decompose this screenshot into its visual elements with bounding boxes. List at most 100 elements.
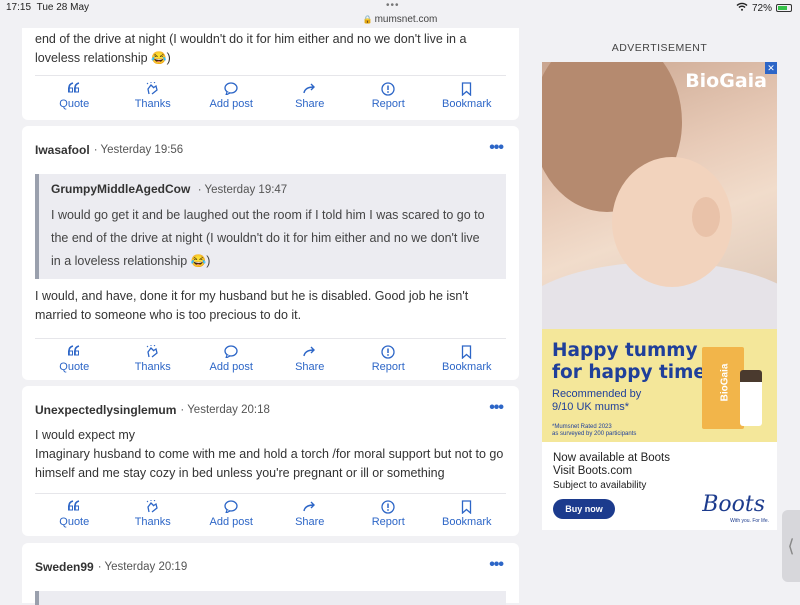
quote-header: GrumpyMiddleAgedCow · Yesterday 19:47 [51, 182, 492, 196]
report-button[interactable]: Report [349, 339, 428, 378]
sidebar: ADVERTISEMENT BioGaia ✕ Happy tummy for … [542, 28, 777, 530]
quote-timestamp: · Yesterday 19:47 [197, 184, 288, 196]
report-button[interactable]: Report [349, 494, 428, 533]
battery-fill [778, 6, 787, 10]
ad-avail-line: Visit Boots.com [553, 465, 633, 477]
quoted-post [35, 591, 506, 605]
ad-retailer-panel: Now available at Boots Visit Boots.com S… [542, 442, 777, 530]
quote-label: Quote [59, 515, 90, 528]
report-label: Report [371, 97, 405, 110]
report-label: Report [371, 515, 405, 528]
post-timestamp: · Yesterday 20:18 [180, 404, 270, 416]
share-label: Share [295, 360, 325, 373]
share-arrow-icon [303, 500, 317, 514]
ad-fine-line: as surveyed by 200 participants [552, 431, 637, 437]
share-button[interactable]: Share [271, 494, 350, 533]
tab-overview-dots-icon[interactable]: ••• [386, 0, 400, 11]
bookmark-button[interactable]: Bookmark [428, 339, 507, 378]
thanks-button[interactable]: Thanks [114, 494, 193, 533]
post-body-line: Imaginary husband to come with me and ho… [35, 447, 504, 480]
post-header: Sweden99 · Yesterday 20:19 [22, 543, 519, 591]
report-label: Report [371, 360, 405, 373]
add-post-button[interactable]: Add post [192, 76, 271, 115]
post-author[interactable]: Sweden99 [35, 560, 94, 574]
ad-fine-print: *Mumsnet Rated 2023 as surveyed by 200 p… [552, 424, 636, 438]
share-label: Share [295, 515, 325, 528]
ad-photo-ear [692, 197, 720, 237]
ad-close-icon[interactable]: ✕ [765, 62, 777, 74]
add-post-label: Add post [209, 360, 253, 373]
ad-rec-line: Recommended by [552, 388, 642, 400]
side-panel-handle-icon[interactable]: ⟨ [782, 510, 800, 582]
quote-button[interactable]: Quote [35, 339, 114, 378]
report-button[interactable]: Report [349, 76, 428, 115]
status-time: 17:15 Tue 28 May [6, 2, 90, 13]
post-card: end of the drive at night (I wouldn't do… [22, 28, 519, 120]
ad-fine-line: *Mumsnet Rated 2023 [552, 424, 612, 430]
quote-button[interactable]: Quote [35, 76, 114, 115]
quote-author[interactable]: GrumpyMiddleAgedCow [51, 182, 190, 196]
add-post-label: Add post [209, 97, 253, 110]
quoted-post: GrumpyMiddleAgedCow · Yesterday 19:47 I … [35, 174, 506, 279]
buy-now-button[interactable]: Buy now [553, 499, 615, 519]
wifi-icon [736, 2, 748, 14]
add-post-button[interactable]: Add post [192, 494, 271, 533]
ad-photo-mother-baby: BioGaia [542, 62, 777, 329]
post-author[interactable]: Iwasafool [35, 143, 90, 157]
ad-availability-note: Subject to availability [553, 480, 647, 491]
add-post-label: Add post [209, 515, 253, 528]
status-bar: 17:15 Tue 28 May ••• 72% [0, 0, 800, 14]
more-options-icon[interactable]: ••• [489, 557, 504, 573]
exclamation-circle-icon [381, 81, 395, 96]
url-bar[interactable]: 🔒 mumsnet.com [0, 14, 800, 28]
post-header: Iwasafool · Yesterday 19:56 [22, 126, 519, 174]
thanks-button[interactable]: Thanks [114, 76, 193, 115]
post-actions: Quote Thanks Add post Share Report Bookm… [35, 75, 506, 115]
more-options-icon[interactable]: ••• [489, 400, 504, 416]
product-bottle [740, 370, 762, 426]
clapping-hands-icon [146, 81, 160, 96]
url-text: mumsnet.com [374, 14, 438, 25]
bookmark-button[interactable]: Bookmark [428, 494, 507, 533]
exclamation-circle-icon [381, 344, 395, 359]
add-post-button[interactable]: Add post [192, 339, 271, 378]
quote-icon [67, 81, 81, 96]
post-timestamp: · Yesterday 20:19 [97, 561, 188, 573]
speech-bubble-icon [224, 81, 238, 96]
speech-bubble-icon [224, 499, 238, 514]
exclamation-circle-icon [381, 499, 395, 514]
thanks-button[interactable]: Thanks [114, 339, 193, 378]
advertisement-label: ADVERTISEMENT [611, 42, 708, 54]
speech-bubble-icon [224, 344, 238, 359]
post-body: end of the drive at night (I wouldn't do… [35, 32, 467, 65]
post-actions: Quote Thanks Add post Share Report Bookm… [35, 493, 506, 533]
quote-label: Quote [59, 97, 90, 110]
ad-brand-logo: BioGaia [685, 70, 767, 92]
ad-headline-line: for happy times! [552, 362, 726, 383]
quote-button[interactable]: Quote [35, 494, 114, 533]
post-actions: Quote Thanks Add post Share Report Bookm… [35, 338, 506, 378]
ad-rec-line: 9/10 UK mums* [552, 401, 630, 413]
quote-icon [67, 499, 81, 514]
battery-icon [776, 4, 792, 12]
share-button[interactable]: Share [271, 76, 350, 115]
quote-icon [67, 344, 81, 359]
ad-availability: Now available at Boots Visit Boots.com [553, 452, 670, 478]
share-arrow-icon [303, 345, 317, 359]
more-options-icon[interactable]: ••• [489, 140, 504, 156]
share-button[interactable]: Share [271, 339, 350, 378]
post-author[interactable]: Unexpectedlysinglemum [35, 403, 176, 417]
thanks-label: Thanks [134, 97, 171, 110]
bookmark-icon [461, 344, 472, 359]
ad-avail-line: Now available at Boots [553, 452, 670, 464]
retailer-logo: Boots [702, 492, 765, 517]
advert[interactable]: BioGaia ✕ Happy tummy for happy times! R… [542, 62, 777, 530]
bookmark-label: Bookmark [441, 97, 492, 110]
bookmark-label: Bookmark [441, 360, 492, 373]
bookmark-icon [461, 81, 472, 96]
bookmark-button[interactable]: Bookmark [428, 76, 507, 115]
thanks-label: Thanks [134, 515, 171, 528]
clapping-hands-icon [146, 499, 160, 514]
ad-recommendation: Recommended by 9/10 UK mums* [552, 388, 641, 414]
quote-label: Quote [59, 360, 90, 373]
